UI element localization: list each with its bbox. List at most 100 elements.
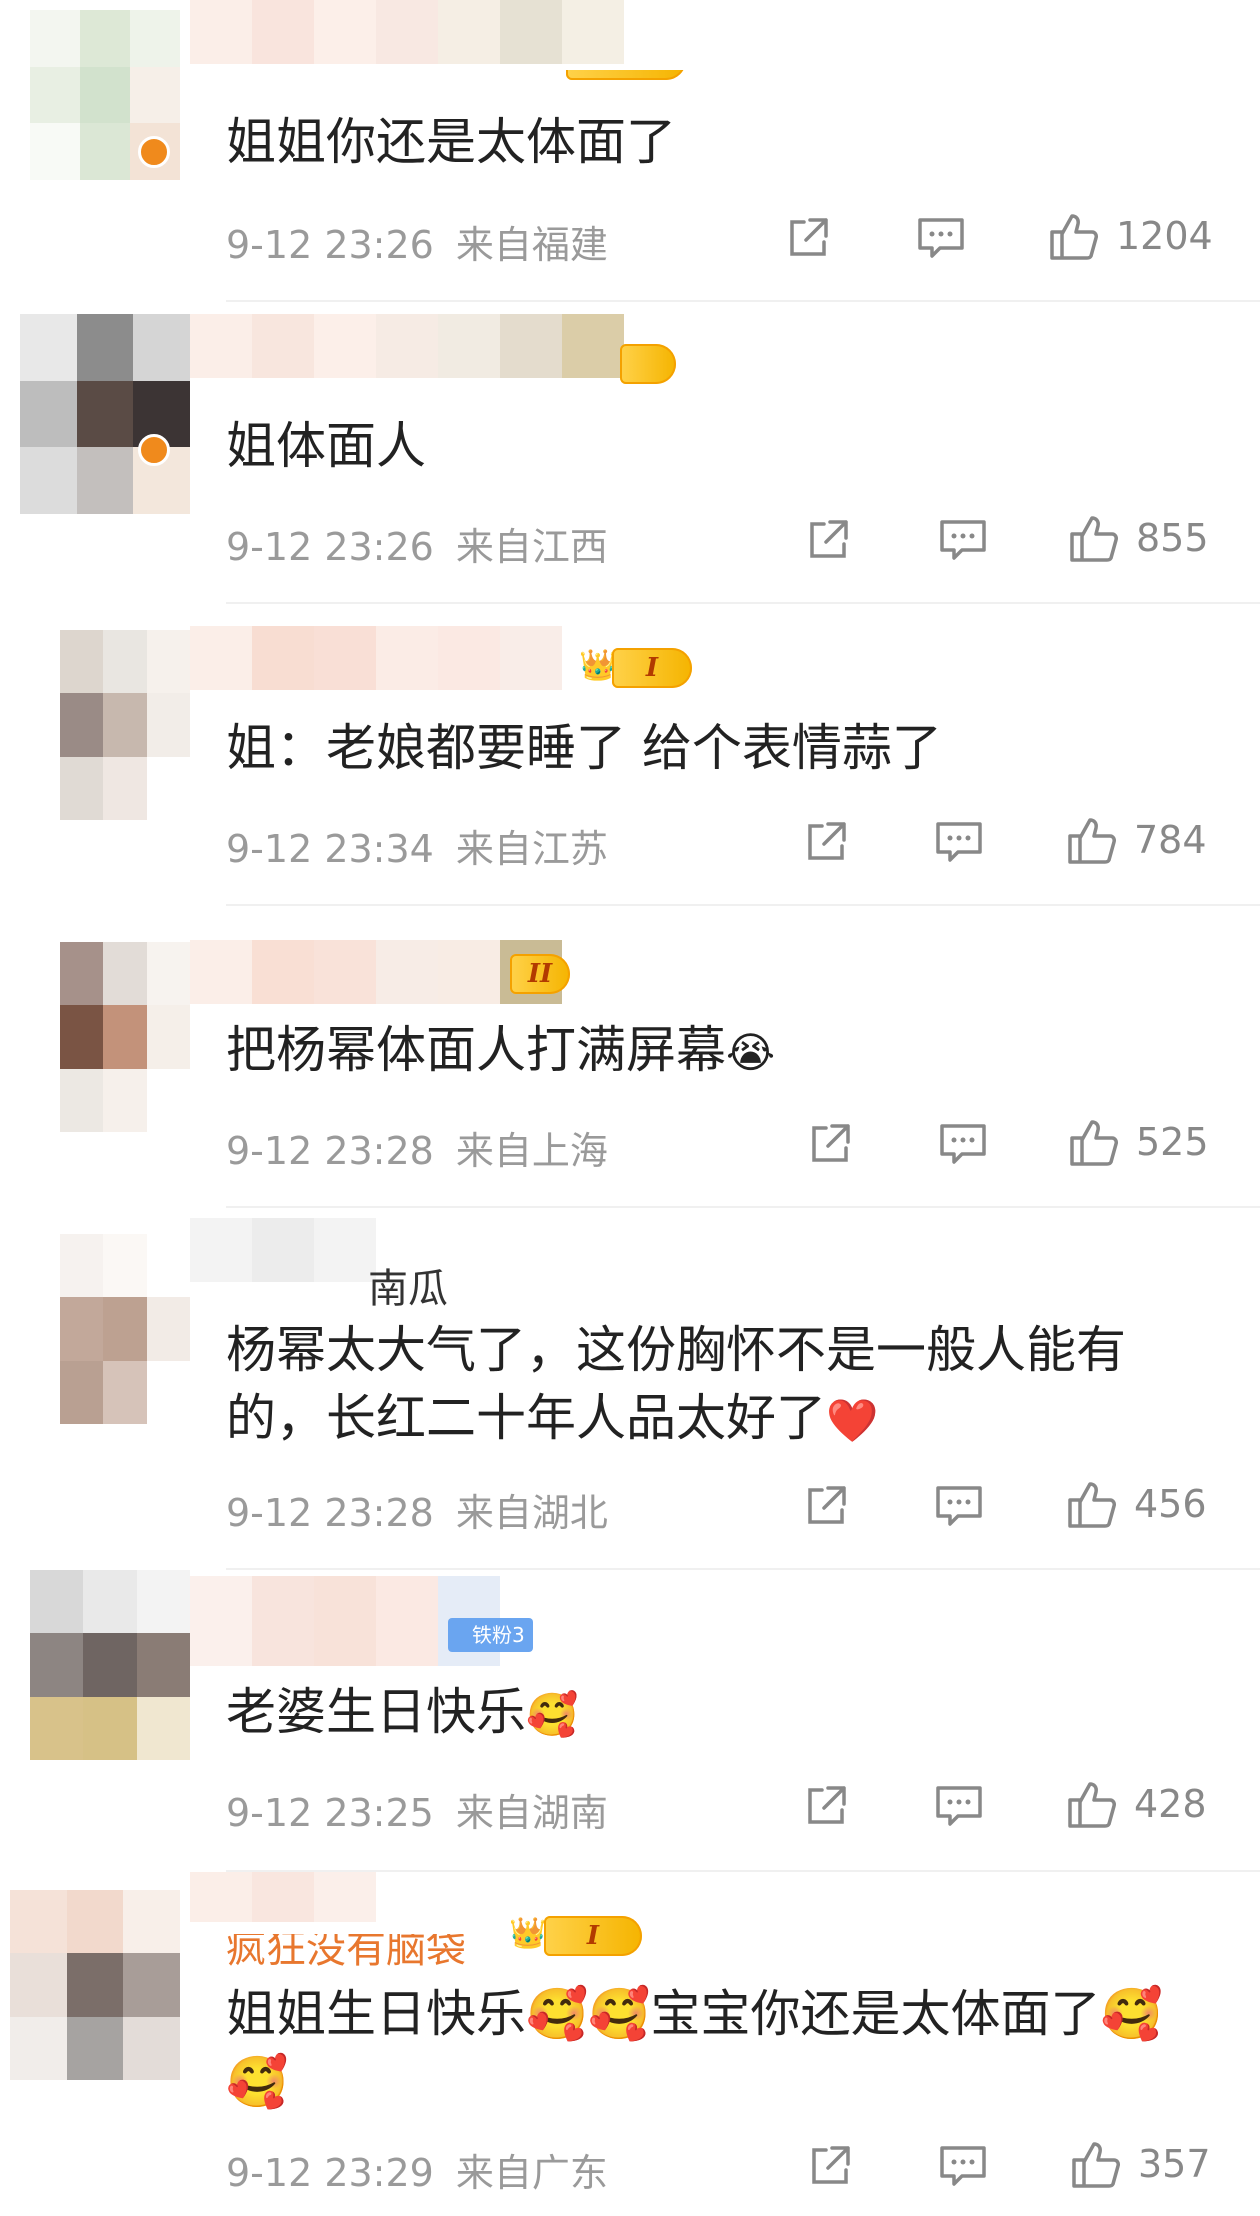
thumbs-up-icon bbox=[1068, 818, 1116, 864]
comment-item: 南瓜 杨幂太大气了，这份胸怀不是一般人能有的，长红二十年人品太好了❤️ 9-12… bbox=[0, 1208, 1260, 1570]
username-suffix[interactable]: 疯狂没有脑袋 bbox=[226, 1934, 466, 1974]
comment-button[interactable] bbox=[938, 1120, 988, 1168]
comment-text: 把杨幂体面人打满屏幕😭 bbox=[226, 1021, 776, 1079]
like-button[interactable]: 855 bbox=[1066, 510, 1209, 566]
like-button[interactable]: 784 bbox=[1064, 812, 1207, 868]
share-icon bbox=[810, 520, 848, 558]
comment-text: 姐姐你还是太体面了 bbox=[226, 113, 676, 171]
thumbs-up-icon bbox=[1070, 516, 1118, 562]
comment-icon bbox=[940, 2146, 986, 2186]
share-button[interactable] bbox=[802, 1482, 850, 1530]
share-button[interactable] bbox=[802, 1782, 850, 1830]
username-blurred[interactable] bbox=[190, 940, 562, 1004]
thumbs-up-icon bbox=[1070, 1120, 1118, 1166]
comment-meta: 9-12 23:26 来自江西 bbox=[226, 516, 608, 571]
like-button[interactable]: 1204 bbox=[1046, 208, 1213, 264]
thumbs-up-icon bbox=[1068, 1782, 1116, 1828]
comment-icon bbox=[940, 520, 986, 560]
avatar[interactable] bbox=[60, 1234, 190, 1424]
level-badge bbox=[620, 344, 676, 384]
comment-text: 姐姐生日快乐🥰🥰宝宝你还是太体面了🥰🥰 bbox=[226, 1985, 1163, 2111]
level-badge: II bbox=[510, 954, 570, 994]
comment-location: 来自湖南 bbox=[455, 1791, 608, 1835]
like-count: 855 bbox=[1136, 516, 1209, 560]
comment-item: 👑 I 姐：老娘都要睡了 给个表情蒜了 9-12 23:34 来自江苏 784 bbox=[0, 604, 1260, 906]
comment-text: 杨幂太大气了，这份胸怀不是一般人能有的，长红二十年人品太好了❤️ bbox=[226, 1321, 1126, 1447]
share-button[interactable] bbox=[804, 516, 852, 564]
share-button[interactable] bbox=[784, 214, 832, 262]
like-button[interactable]: 525 bbox=[1066, 1114, 1209, 1170]
like-count: 525 bbox=[1136, 1120, 1209, 1164]
comment-time: 9-12 23:29 bbox=[226, 2151, 434, 2195]
verified-badge bbox=[138, 136, 170, 168]
like-button[interactable]: 456 bbox=[1064, 1476, 1207, 1532]
comment-location: 来自江苏 bbox=[455, 827, 608, 871]
comment-meta: 9-12 23:28 来自湖北 bbox=[226, 1482, 608, 1537]
comment-text: 姐体面人 bbox=[226, 417, 426, 475]
share-icon bbox=[790, 218, 828, 256]
comment-button[interactable] bbox=[934, 818, 984, 866]
comment-item: 疯狂没有脑袋 👑 I 姐姐生日快乐🥰🥰宝宝你还是太体面了🥰🥰 9-12 23:2… bbox=[0, 1872, 1260, 2216]
comment-item: 姐体面人 9-12 23:26 来自江西 855 bbox=[0, 302, 1260, 604]
comment-button[interactable] bbox=[916, 214, 966, 262]
share-button[interactable] bbox=[806, 2142, 854, 2190]
share-icon bbox=[812, 1124, 850, 1162]
share-button[interactable] bbox=[806, 1120, 854, 1168]
username-blurred[interactable] bbox=[190, 314, 624, 378]
like-button[interactable]: 357 bbox=[1068, 2136, 1211, 2192]
comment-location: 来自江西 bbox=[455, 525, 608, 569]
verified-badge bbox=[138, 434, 170, 466]
comment-time: 9-12 23:26 bbox=[226, 525, 434, 569]
username-blurred[interactable] bbox=[190, 626, 562, 690]
level-badge: I bbox=[612, 648, 692, 688]
comment-icon bbox=[918, 218, 964, 258]
thumbs-up-icon bbox=[1050, 214, 1098, 260]
comment-time: 9-12 23:34 bbox=[226, 827, 434, 871]
love-emoji: 🥰 bbox=[526, 1690, 579, 1739]
heart-emoji: ❤️ bbox=[826, 1396, 879, 1445]
like-count: 456 bbox=[1134, 1482, 1207, 1526]
comment-time: 9-12 23:28 bbox=[226, 1491, 434, 1535]
comment-meta: 9-12 23:25 来自湖南 bbox=[226, 1782, 608, 1837]
username-blurred[interactable] bbox=[190, 1872, 376, 1922]
share-icon bbox=[808, 1486, 846, 1524]
comment-icon bbox=[936, 1486, 982, 1526]
comment-location: 来自广东 bbox=[455, 2151, 608, 2195]
comment-meta: 9-12 23:28 来自上海 bbox=[226, 1120, 608, 1175]
comment-icon bbox=[936, 1786, 982, 1826]
like-count: 357 bbox=[1138, 2142, 1211, 2186]
level-badge: I bbox=[544, 1916, 642, 1956]
fan-badge: 铁粉3 bbox=[448, 1618, 533, 1652]
comment-button[interactable] bbox=[934, 1782, 984, 1830]
avatar[interactable] bbox=[30, 1570, 190, 1760]
avatar[interactable] bbox=[60, 942, 190, 1132]
avatar[interactable] bbox=[10, 1890, 180, 2080]
crying-emoji: 😭 bbox=[726, 1028, 776, 1077]
thumbs-up-icon bbox=[1072, 2142, 1120, 2188]
avatar[interactable] bbox=[60, 630, 190, 820]
like-button[interactable]: 428 bbox=[1064, 1776, 1207, 1832]
comment-meta: 9-12 23:26 来自福建 bbox=[226, 214, 608, 269]
comment-item: 姐姐你还是太体面了 9-12 23:26 来自福建 1204 bbox=[0, 0, 1260, 302]
avatar[interactable] bbox=[20, 314, 190, 514]
comment-button[interactable] bbox=[938, 2142, 988, 2190]
username-suffix[interactable]: 南瓜 bbox=[368, 1256, 448, 1314]
username-blurred[interactable] bbox=[190, 0, 624, 64]
share-button[interactable] bbox=[802, 818, 850, 866]
comment-location: 来自福建 bbox=[455, 223, 608, 267]
comment-button[interactable] bbox=[938, 516, 988, 564]
username-blurred[interactable] bbox=[190, 1218, 376, 1282]
comment-time: 9-12 23:26 bbox=[226, 223, 434, 267]
share-icon bbox=[808, 822, 846, 860]
comment-button[interactable] bbox=[934, 1482, 984, 1530]
share-icon bbox=[808, 1786, 846, 1824]
comment-location: 来自湖北 bbox=[455, 1491, 608, 1535]
comment-meta: 9-12 23:34 来自江苏 bbox=[226, 818, 608, 873]
comment-time: 9-12 23:25 bbox=[226, 1791, 434, 1835]
like-count: 1204 bbox=[1116, 214, 1213, 258]
comment-item: 铁粉3 老婆生日快乐🥰 9-12 23:25 来自湖南 428 bbox=[0, 1570, 1260, 1872]
like-count: 784 bbox=[1134, 818, 1207, 862]
comment-icon bbox=[936, 822, 982, 862]
comment-text: 老婆生日快乐🥰 bbox=[226, 1683, 579, 1741]
comment-icon bbox=[940, 1124, 986, 1164]
